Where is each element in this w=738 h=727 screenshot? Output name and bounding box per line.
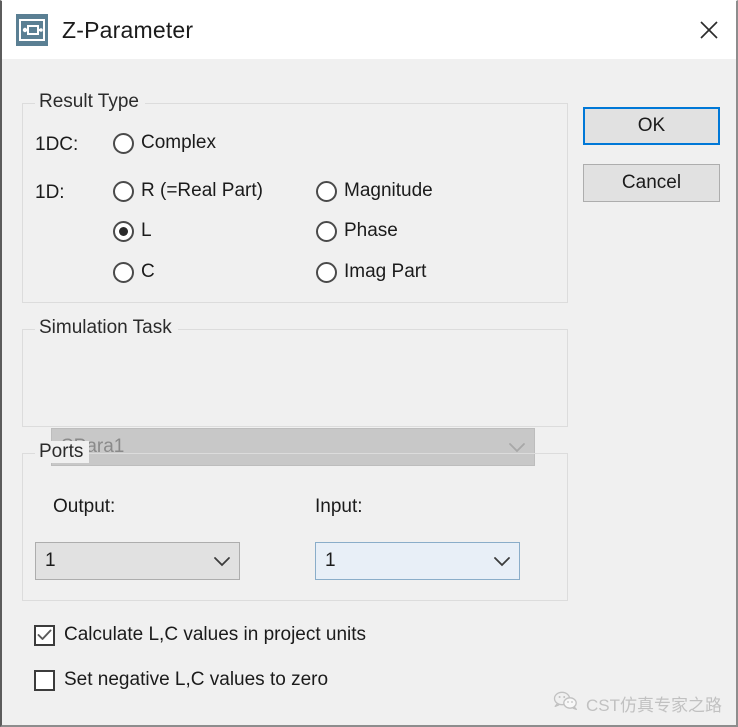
wechat-icon bbox=[553, 690, 579, 717]
radio-phase[interactable]: Phase bbox=[316, 220, 398, 242]
radio-real-part-label: R (=Real Part) bbox=[141, 180, 263, 202]
dialog-body: OK Cancel Result Type 1DC: 1D: Complex R… bbox=[2, 59, 736, 725]
chevron-down-icon bbox=[485, 556, 519, 567]
checkbox-set-negative-lc-zero-indicator bbox=[34, 670, 55, 691]
output-label: Output: bbox=[53, 496, 115, 518]
radio-real-part-indicator bbox=[113, 181, 134, 202]
radio-phase-label: Phase bbox=[344, 220, 398, 242]
radio-complex[interactable]: Complex bbox=[113, 132, 216, 154]
radio-magnitude[interactable]: Magnitude bbox=[316, 180, 433, 202]
ports-legend: Ports bbox=[35, 441, 89, 463]
input-label: Input: bbox=[315, 496, 363, 518]
chevron-down-icon bbox=[500, 442, 534, 453]
ok-button[interactable]: OK bbox=[583, 107, 720, 145]
chevron-down-icon bbox=[205, 556, 239, 567]
simulation-task-legend: Simulation Task bbox=[35, 317, 178, 339]
row-label-1d: 1D: bbox=[35, 182, 65, 204]
radio-phase-indicator bbox=[316, 221, 337, 242]
input-port-value: 1 bbox=[325, 550, 485, 572]
radio-real-part[interactable]: R (=Real Part) bbox=[113, 180, 263, 202]
radio-imag-part-label: Imag Part bbox=[344, 261, 426, 283]
radio-magnitude-label: Magnitude bbox=[344, 180, 433, 202]
simulation-task-group: Simulation Task SPara1 bbox=[22, 329, 568, 427]
result-type-legend: Result Type bbox=[35, 91, 145, 113]
radio-imag-part[interactable]: Imag Part bbox=[316, 261, 426, 283]
radio-l[interactable]: L bbox=[113, 220, 152, 242]
radio-complex-label: Complex bbox=[141, 132, 216, 154]
radio-c[interactable]: C bbox=[113, 261, 155, 283]
cancel-button[interactable]: Cancel bbox=[583, 164, 720, 202]
radio-complex-indicator bbox=[113, 133, 134, 154]
window-title: Z-Parameter bbox=[62, 17, 193, 44]
result-type-group: Result Type 1DC: 1D: Complex R (=Real Pa… bbox=[22, 103, 568, 303]
output-port-value: 1 bbox=[45, 550, 205, 572]
input-port-select[interactable]: 1 bbox=[315, 542, 520, 580]
watermark-text: CST仿真专家之路 bbox=[586, 691, 722, 716]
radio-c-indicator bbox=[113, 262, 134, 283]
checkbox-calculate-lc-project-units-indicator bbox=[34, 625, 55, 646]
watermark: CST仿真专家之路 bbox=[553, 690, 722, 717]
row-label-1dc: 1DC: bbox=[35, 134, 78, 156]
radio-c-label: C bbox=[141, 261, 155, 283]
close-icon[interactable] bbox=[682, 1, 736, 59]
radio-l-label: L bbox=[141, 220, 152, 242]
checkbox-calculate-lc-project-units-label: Calculate L,C values in project units bbox=[64, 624, 366, 646]
checkbox-calculate-lc-project-units[interactable]: Calculate L,C values in project units bbox=[34, 624, 366, 646]
output-port-select[interactable]: 1 bbox=[35, 542, 240, 580]
z-parameter-dialog: Z-Parameter OK Cancel Result Type 1DC: 1… bbox=[0, 0, 738, 727]
radio-imag-part-indicator bbox=[316, 262, 337, 283]
ports-group: Ports Output: Input: 1 1 bbox=[22, 453, 568, 601]
radio-l-indicator bbox=[113, 221, 134, 242]
radio-magnitude-indicator bbox=[316, 181, 337, 202]
checkbox-set-negative-lc-zero-label: Set negative L,C values to zero bbox=[64, 669, 328, 691]
z-parameter-icon bbox=[16, 14, 48, 46]
checkbox-set-negative-lc-zero[interactable]: Set negative L,C values to zero bbox=[34, 669, 328, 691]
title-bar: Z-Parameter bbox=[2, 1, 736, 59]
